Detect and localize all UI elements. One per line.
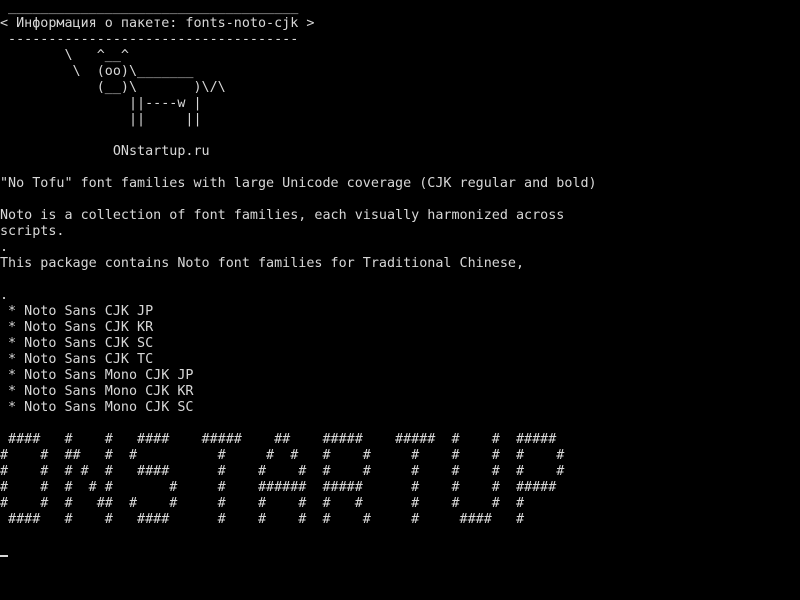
banner-art-line: # # # ## # # # # # # # # # # #	[0, 496, 525, 511]
banner-art-line: #### # # #### # # # # # # #### #	[0, 512, 525, 527]
cow-art-line: ||----w |	[0, 96, 202, 111]
font-list-item: * Noto Sans CJK TC	[0, 352, 154, 367]
cowsay-bottom-border: ------------------------------------	[0, 32, 299, 47]
cow-art-line: \ (oo)\_______	[0, 64, 194, 79]
description-line: scripts.	[0, 224, 65, 239]
terminal-output: ____________________________________ < И…	[0, 0, 597, 528]
cow-art-line: (__)\ )\/\	[0, 80, 226, 95]
cowsay-top-border: ____________________________________	[0, 0, 299, 15]
banner-art-line: # # # # # #### # # # # # # # # # #	[0, 464, 565, 479]
banner-art-line: #### # # #### ##### ## ##### ##### # # #…	[0, 432, 557, 447]
font-list-item: * Noto Sans CJK JP	[0, 304, 154, 319]
terminal-screen[interactable]: ____________________________________ < И…	[0, 0, 800, 600]
font-list-item: * Noto Sans CJK SC	[0, 336, 154, 351]
description-separator: .	[0, 288, 9, 303]
description-separator: .	[0, 240, 9, 255]
font-list-item: * Noto Sans Mono CJK JP	[0, 368, 194, 383]
site-name: ONstartup.ru	[0, 144, 210, 159]
banner-art-line: # # # # # # # ###### ##### # # # #####	[0, 480, 557, 495]
cowsay-speech-text: < Информация о пакете: fonts-noto-cjk >	[0, 16, 315, 31]
text-cursor	[0, 555, 8, 557]
font-list-item: * Noto Sans CJK KR	[0, 320, 154, 335]
description-line: This package contains Noto font families…	[0, 256, 525, 271]
package-summary: "No Tofu" font families with large Unico…	[0, 176, 597, 191]
font-list-item: * Noto Sans Mono CJK SC	[0, 400, 194, 415]
font-list-item: * Noto Sans Mono CJK KR	[0, 384, 194, 399]
cow-art-line: \ ^__^	[0, 48, 129, 63]
description-line: Noto is a collection of font families, e…	[0, 208, 565, 223]
cow-art-line: || ||	[0, 112, 202, 127]
banner-art-line: # # ## # # # # # # # # # # # #	[0, 448, 565, 463]
